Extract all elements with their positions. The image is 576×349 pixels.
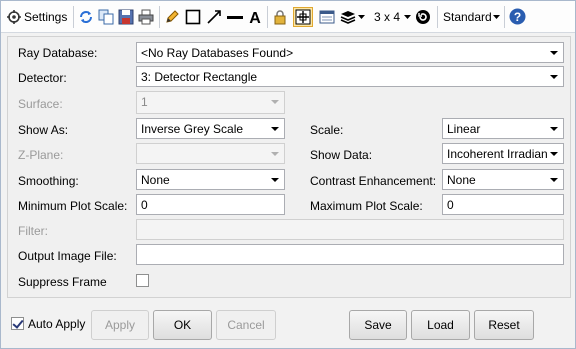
layers-icon[interactable] xyxy=(340,9,356,25)
ray-database-label: Ray Database: xyxy=(18,46,98,60)
max-plot-scale-value: 0 xyxy=(447,198,454,212)
show-data-value: Incoherent Irradian xyxy=(447,147,548,161)
apply-button[interactable]: Apply xyxy=(91,310,149,340)
crosshair-icon[interactable] xyxy=(293,7,313,27)
chevron-down-icon[interactable] xyxy=(358,15,365,20)
auto-apply-checkbox[interactable] xyxy=(11,317,24,330)
chevron-down-icon xyxy=(271,152,279,156)
contrast-enhancement-value: None xyxy=(447,173,476,187)
auto-apply-label[interactable]: Auto Apply xyxy=(28,317,85,331)
settings-button-label[interactable]: Settings xyxy=(24,10,67,24)
text-icon[interactable]: A xyxy=(247,9,263,25)
contrast-enhancement-dropdown[interactable]: None xyxy=(442,169,564,190)
detector-dropdown[interactable]: 3: Detector Rectangle xyxy=(136,66,564,87)
pencil-icon[interactable] xyxy=(164,9,180,25)
filter-input[interactable] xyxy=(136,219,564,240)
z-plane-label: Z-Plane: xyxy=(18,148,64,162)
detector-viewer-settings-window: Settings A 3 x 4 Standard ? Ray Database… xyxy=(0,0,576,349)
standard-dropdown-label[interactable]: Standard xyxy=(443,10,492,24)
lock-icon[interactable] xyxy=(272,9,288,25)
max-plot-scale-input[interactable]: 0 xyxy=(442,194,564,215)
suppress-frame-label: Suppress Frame xyxy=(18,275,107,289)
line-icon[interactable] xyxy=(227,9,243,25)
print-icon[interactable] xyxy=(138,9,154,25)
ray-database-value: <No Ray Databases Found> xyxy=(141,46,294,60)
footer-bar: Auto Apply Apply OK Cancel Save Load Res… xyxy=(7,304,571,346)
svg-text:A: A xyxy=(249,10,261,25)
toolbar-divider xyxy=(437,6,438,28)
chevron-down-icon xyxy=(550,51,558,55)
max-plot-scale-label: Maximum Plot Scale: xyxy=(310,199,423,213)
show-as-dropdown[interactable]: Inverse Grey Scale xyxy=(136,118,285,139)
show-data-label: Show Data: xyxy=(310,148,373,162)
refresh-icon[interactable] xyxy=(78,9,94,25)
toolbar-divider xyxy=(504,6,505,28)
min-plot-scale-value: 0 xyxy=(141,198,148,212)
show-as-value: Inverse Grey Scale xyxy=(141,122,244,136)
save-button[interactable]: Save xyxy=(349,310,407,340)
smoothing-label: Smoothing: xyxy=(18,174,79,188)
chevron-down-icon[interactable] xyxy=(404,15,411,20)
reset-icon[interactable] xyxy=(415,9,431,25)
chevron-down-icon xyxy=(271,100,279,104)
surface-value: 1 xyxy=(141,95,148,109)
load-button[interactable]: Load xyxy=(411,310,470,340)
cancel-button[interactable]: Cancel xyxy=(216,310,276,340)
ray-database-dropdown[interactable]: <No Ray Databases Found> xyxy=(136,42,564,63)
settings-icon[interactable] xyxy=(7,10,21,24)
svg-text:?: ? xyxy=(514,10,521,24)
arrow-line-icon[interactable] xyxy=(206,9,222,25)
scale-value: Linear xyxy=(447,122,481,136)
chevron-down-icon xyxy=(271,178,279,182)
show-data-dropdown[interactable]: Incoherent Irradian xyxy=(442,143,564,164)
chevron-down-icon xyxy=(271,127,279,131)
surface-label: Surface: xyxy=(18,97,63,111)
filter-label: Filter: xyxy=(18,224,48,238)
chevron-down-icon xyxy=(550,178,558,182)
min-plot-scale-label: Minimum Plot Scale: xyxy=(18,199,128,213)
settings-panel: Ray Database: <No Ray Databases Found> D… xyxy=(7,36,571,298)
smoothing-value: None xyxy=(141,173,170,187)
suppress-frame-checkbox[interactable] xyxy=(136,274,149,287)
show-as-label: Show As: xyxy=(18,123,69,137)
detector-label: Detector: xyxy=(18,71,67,85)
output-image-file-label: Output Image File: xyxy=(18,249,117,263)
scale-dropdown[interactable]: Linear xyxy=(442,118,564,139)
toolbar: Settings A 3 x 4 Standard ? xyxy=(1,1,575,33)
scale-label: Scale: xyxy=(310,123,344,137)
chevron-down-icon[interactable] xyxy=(493,15,500,20)
toolbar-divider xyxy=(73,6,74,28)
chevron-down-icon xyxy=(550,152,558,156)
save-icon[interactable] xyxy=(118,9,134,25)
help-icon[interactable]: ? xyxy=(509,8,526,25)
ok-button[interactable]: OK xyxy=(153,310,212,340)
toolbar-divider xyxy=(267,6,268,28)
copy-icon[interactable] xyxy=(98,9,114,25)
grid-layout-label[interactable]: 3 x 4 xyxy=(374,10,400,24)
toolbar-divider xyxy=(159,6,160,28)
z-plane-dropdown[interactable] xyxy=(136,143,285,164)
output-image-file-input[interactable] xyxy=(136,244,564,265)
chevron-down-icon xyxy=(550,127,558,131)
min-plot-scale-input[interactable]: 0 xyxy=(136,194,285,215)
contrast-enhancement-label: Contrast Enhancement: xyxy=(310,174,437,188)
surface-dropdown[interactable]: 1 xyxy=(136,91,285,114)
detector-value: 3: Detector Rectangle xyxy=(141,70,258,84)
smoothing-dropdown[interactable]: None xyxy=(136,169,285,190)
rectangle-icon[interactable] xyxy=(185,9,201,25)
reset-button[interactable]: Reset xyxy=(474,310,534,340)
chevron-down-icon xyxy=(550,75,558,79)
window-icon[interactable] xyxy=(319,9,335,25)
